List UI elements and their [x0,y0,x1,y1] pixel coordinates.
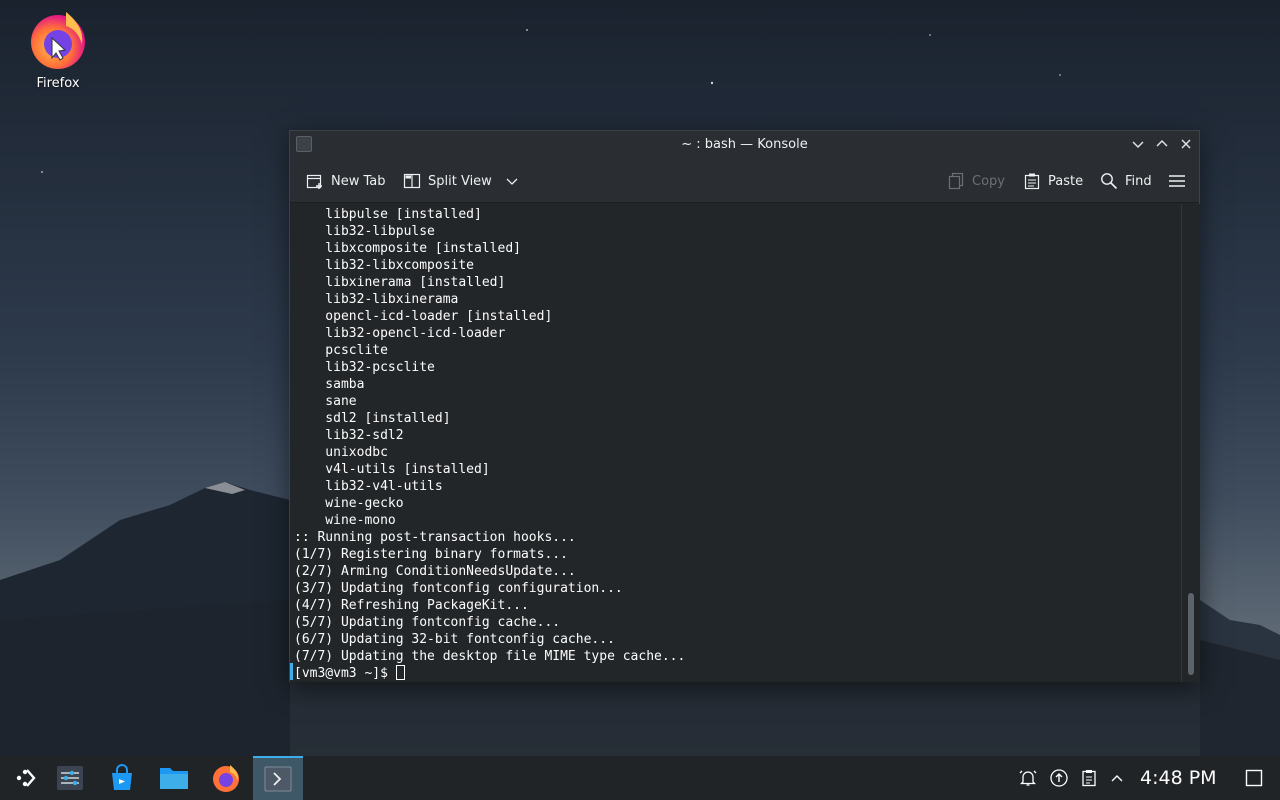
taskbar-clock[interactable]: 4:48 PM [1140,767,1217,789]
chevron-up-icon[interactable] [1107,768,1127,788]
terminal-line: lib32-sdl2 [294,428,404,443]
terminal-scrollbar[interactable] [1181,204,1200,682]
hamburger-menu-icon [1169,175,1185,187]
taskbar-system-settings[interactable] [45,756,95,800]
terminal-line: (2/7) Arming ConditionNeedsUpdate... [294,564,576,579]
application-launcher-button[interactable] [0,756,50,800]
new-tab-button[interactable]: New Tab [306,170,386,192]
terminal-line: (6/7) Updating 32-bit fontconfig cache..… [294,632,615,647]
terminal-line: lib32-libxcomposite [294,258,475,273]
chevron-down-icon[interactable] [505,174,519,188]
steamos-launcher-icon [16,769,36,787]
store-bag-icon [112,764,132,790]
find-label: Find [1125,173,1152,189]
taskbar-discover[interactable] [97,756,147,800]
terminal-line: lib32-opencl-icd-loader [294,326,506,341]
terminal-line: pcsclite [294,343,388,358]
desktop-icon-label: Firefox [36,76,80,91]
shell-prompt: [vm3@vm3 ~]$ [294,666,396,681]
taskbar: 4:48 PM [0,756,1280,800]
scrollbar-thumb[interactable] [1188,593,1194,675]
terminal-line: libxcomposite [installed] [294,241,521,256]
terminal-line: libxinerama [installed] [294,275,506,290]
terminal-line: (4/7) Refreshing PackageKit... [294,598,529,613]
split-view-icon [403,173,421,189]
find-button[interactable]: Find [1100,170,1152,192]
taskbar-firefox[interactable] [201,756,251,800]
paste-label: Paste [1048,173,1084,189]
settings-sliders-icon [57,766,83,790]
terminal-line: lib32-v4l-utils [294,479,443,494]
terminal-prompt-line[interactable]: [vm3@vm3 ~]$ [294,665,405,682]
terminal-line: libpulse [installed] [294,207,482,222]
konsole-window: ~ : bash — Konsole New Tab Split View Co… [289,130,1200,682]
terminal-line: lib32-libxinerama [294,292,459,307]
close-button[interactable] [1178,136,1194,152]
maximize-button[interactable] [1154,136,1170,152]
terminal-line: sdl2 [installed] [294,411,451,426]
terminal-line: samba [294,377,365,392]
paste-icon [1024,173,1040,190]
copy-icon [948,172,964,190]
terminal-output[interactable]: libpulse [installed] lib32-libpulse libx… [290,204,1181,682]
terminal-line: lib32-pcsclite [294,360,435,375]
updates-icon[interactable] [1049,768,1069,788]
split-view-button[interactable]: Split View [403,170,519,192]
konsole-icon [264,766,292,792]
taskbar-konsole-active[interactable] [253,756,303,800]
terminal-line: wine-mono [294,513,396,528]
terminal-line: sane [294,394,357,409]
terminal-line: (7/7) Updating the desktop file MIME typ… [294,649,686,664]
terminal-line: lib32-libpulse [294,224,435,239]
text-cursor [395,665,405,680]
paste-button[interactable]: Paste [1023,170,1083,192]
terminal-line: wine-gecko [294,496,404,511]
taskbar-dolphin[interactable] [149,756,199,800]
desktop-icon-firefox[interactable]: Firefox [20,8,96,100]
window-titlebar[interactable]: ~ : bash — Konsole [290,131,1199,158]
terminal-line: v4l-utils [installed] [294,462,490,477]
terminal-line: :: Running post-transaction hooks... [294,530,576,545]
terminal-line: unixodbc [294,445,388,460]
notifications-icon[interactable] [1018,768,1038,788]
terminal-line: (1/7) Registering binary formats... [294,547,568,562]
minimize-button[interactable] [1130,136,1146,152]
clipboard-icon[interactable] [1079,768,1099,788]
folder-icon [160,768,188,789]
main-toolbar: New Tab Split View Copy Paste Find [290,158,1199,203]
prompt-marker [290,663,293,680]
firefox-icon [213,765,239,792]
copy-label: Copy [972,173,1005,189]
show-desktop-icon[interactable] [1244,768,1264,788]
window-title: ~ : bash — Konsole [681,137,808,152]
hamburger-menu-button[interactable] [1168,170,1186,192]
split-view-label: Split View [428,173,492,189]
firefox-icon [31,12,85,69]
terminal-line: (3/7) Updating fontconfig configuration.… [294,581,623,596]
copy-button[interactable]: Copy [947,170,1005,192]
new-tab-label: New Tab [331,173,386,189]
terminal-line: (5/7) Updating fontconfig cache... [294,615,561,630]
terminal-line: opencl-icd-loader [installed] [294,309,553,324]
search-icon [1101,173,1118,190]
new-tab-icon [306,174,322,189]
